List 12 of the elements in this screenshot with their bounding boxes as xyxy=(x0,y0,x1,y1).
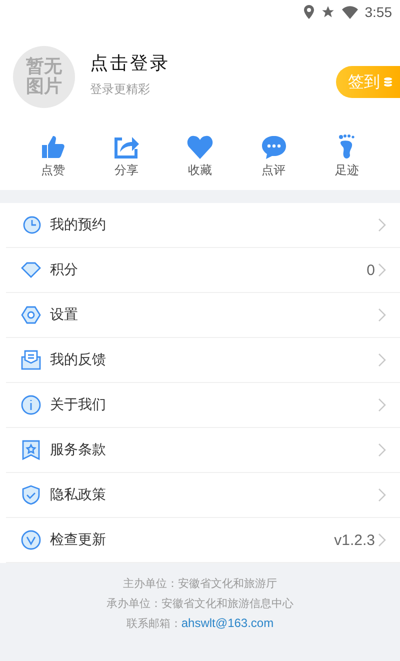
footprint-button[interactable]: 足迹 xyxy=(327,130,368,183)
login-subtitle: 登录更精彩 xyxy=(90,80,151,98)
comment-button[interactable]: 点评 xyxy=(254,130,294,183)
login-link[interactable]: 点击登录 xyxy=(90,50,170,74)
footer-text: 主办单位：安徽省文化和旅游厅 xyxy=(123,576,277,591)
favorite-button[interactable]: 收藏 xyxy=(180,130,220,183)
footer-text: 承办单位：安徽省文化和旅游信息中心 xyxy=(106,596,294,611)
contact-label: 联系邮箱： xyxy=(126,616,182,631)
email-link[interactable]: ahswlt@163.com xyxy=(181,616,274,631)
clock: 3:55 xyxy=(364,4,392,20)
like-button[interactable]: 点赞 xyxy=(32,130,73,183)
share-button[interactable]: 分享 xyxy=(106,130,146,183)
